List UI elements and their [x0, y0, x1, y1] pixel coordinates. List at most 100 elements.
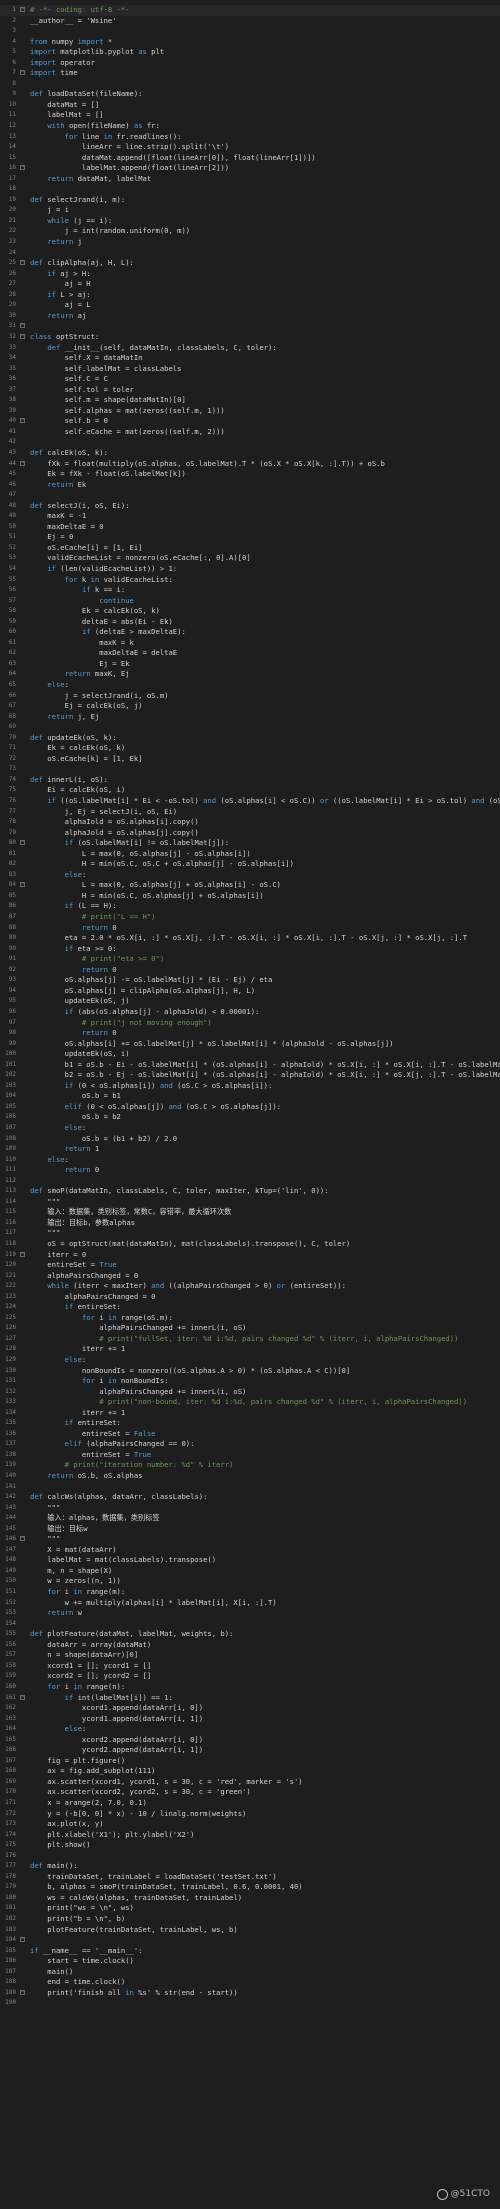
code-line[interactable]: 134 iterr += 1 [0, 1408, 500, 1419]
code-line[interactable]: 127 # print("fullSet, iter: %d i:%d, pai… [0, 1334, 500, 1345]
code-line[interactable]: 109 return 1 [0, 1144, 500, 1155]
code-line[interactable]: 8 [0, 79, 500, 90]
code-line[interactable]: 14 lineArr = line.strip().split('\t') [0, 142, 500, 153]
code-line[interactable]: 141 [0, 1482, 500, 1493]
fold-toggle-icon[interactable]: − [20, 323, 25, 329]
code-line[interactable]: 12 with open(fileName) as fr: [0, 121, 500, 132]
code-line[interactable]: 136 entireSet = False [0, 1429, 500, 1440]
fold-toggle-icon[interactable]: − [20, 165, 25, 171]
code-line[interactable]: 170 ax.scatter(xcord2, ycord2, s = 30, c… [0, 1787, 500, 1798]
code-line[interactable]: 19 def selectJrand(i, m): [0, 195, 500, 206]
code-line[interactable]: 39 self.alphas = mat(zeros((self.m, 1))) [0, 406, 500, 417]
code-line[interactable]: 84− L = max(0, oS.alphas[j] + oS.alphas[… [0, 880, 500, 891]
code-line[interactable]: 49 maxK = -1 [0, 511, 500, 522]
code-line[interactable]: 82 H = min(oS.C, oS.C + oS.alphas[j] - o… [0, 859, 500, 870]
code-line[interactable]: 149 m, n = shape(X) [0, 1566, 500, 1577]
code-line[interactable]: 56 if k == i: [0, 585, 500, 596]
code-line[interactable]: 16− labelMat.append(float(lineArr[2])) [0, 163, 500, 174]
fold-toggle-icon[interactable]: − [20, 1937, 25, 1943]
code-line[interactable]: 41 self.eCache = mat(zeros((self.m, 2))) [0, 427, 500, 438]
code-line[interactable]: 176 [0, 1851, 500, 1862]
code-line[interactable]: 74 def innerL(i, oS): [0, 775, 500, 786]
code-line[interactable]: 34 self.X = dataMatIn [0, 353, 500, 364]
code-line[interactable]: 148 labelMat = mat(classLabels).transpos… [0, 1555, 500, 1566]
code-line[interactable]: 135 if entireSet: [0, 1418, 500, 1429]
code-line[interactable]: 137 elif (alphaPairsChanged == 0): [0, 1439, 500, 1450]
code-line[interactable]: 187 main() [0, 1967, 500, 1978]
code-line[interactable]: 77 j, Ej = selectJ(i, oS, Ei) [0, 807, 500, 818]
code-line[interactable]: 158 xcord1 = []; ycord1 = [] [0, 1661, 500, 1672]
code-line[interactable]: 113 def smoP(dataMatIn, classLabels, C, t… [0, 1186, 500, 1197]
code-line[interactable]: 37 self.tol = toler [0, 385, 500, 396]
code-line[interactable]: 142 def calcWs(alphas, dataArr, classLabe… [0, 1492, 500, 1503]
code-line[interactable]: 164 else: [0, 1724, 500, 1735]
code-line[interactable]: 157 n = shape(dataArr)[0] [0, 1650, 500, 1661]
code-line[interactable]: 118 oS = optStruct(mat(dataMatIn), mat(c… [0, 1239, 500, 1250]
code-line[interactable]: 99 oS.alphas[i] += oS.labelMat[j] * oS.l… [0, 1039, 500, 1050]
code-line[interactable]: 61 maxK = k [0, 638, 500, 649]
code-line[interactable]: 28 if L > aj: [0, 290, 500, 301]
code-line[interactable]: 112 [0, 1176, 500, 1187]
code-line[interactable]: 4 from numpy import * [0, 37, 500, 48]
code-line[interactable]: 76 if ((oS.labelMat[i] * Ei < -oS.tol) a… [0, 796, 500, 807]
code-line[interactable]: 128 iterr += 1 [0, 1344, 500, 1355]
code-line[interactable]: 85 H = min(oS.C, oS.alphas[j] + oS.alpha… [0, 891, 500, 902]
fold-toggle-icon[interactable]: − [20, 1989, 25, 1995]
code-line[interactable]: 153 return w [0, 1608, 500, 1619]
code-line[interactable]: 154 [0, 1619, 500, 1630]
code-line[interactable]: 111 return 0 [0, 1165, 500, 1176]
code-line[interactable]: 29 aj = L [0, 300, 500, 311]
code-line[interactable]: 120 entireSet = True [0, 1260, 500, 1271]
code-line[interactable]: 155 def plotFeature(dataMat, labelMat, we… [0, 1629, 500, 1640]
code-line[interactable]: 6 import operator [0, 58, 500, 69]
code-line[interactable]: 140 return oS.b, oS.alphas [0, 1471, 500, 1482]
code-line[interactable]: 110 else: [0, 1155, 500, 1166]
code-line[interactable]: 189− print('finish all in %s' % str(end … [0, 1988, 500, 1999]
code-line[interactable]: 178 trainDataSet, trainLabel = loadDataS… [0, 1872, 500, 1883]
fold-toggle-icon[interactable]: − [20, 418, 25, 424]
code-line[interactable]: 145 输出：目标w [0, 1524, 500, 1535]
code-line[interactable]: 68 return j, Ej [0, 712, 500, 723]
code-line[interactable]: 27 aj = H [0, 279, 500, 290]
code-line[interactable]: 5 import matplotlib.pyplot as plt [0, 47, 500, 58]
code-line[interactable]: 91 # print("eta >= 0") [0, 954, 500, 965]
code-line[interactable]: 80− if (oS.labelMat[i] != oS.labelMat[j]… [0, 838, 500, 849]
code-line[interactable]: 167 fig = plt.figure() [0, 1756, 500, 1767]
code-line[interactable]: 123 alphaPairsChanged = 0 [0, 1292, 500, 1303]
code-line[interactable]: 7− import time [0, 68, 500, 79]
code-line[interactable]: 17 return dataMat, labelMat [0, 174, 500, 185]
code-line[interactable]: 32− class optStruct: [0, 332, 500, 343]
code-line[interactable]: 63 Ej = Ek [0, 659, 500, 670]
code-line[interactable]: 132 alphaPairsChanged += innerL(i, oS) [0, 1387, 500, 1398]
code-line[interactable]: 171 x = arange(2, 7.0, 0.1) [0, 1798, 500, 1809]
code-line[interactable]: 65 else: [0, 680, 500, 691]
code-line[interactable]: 119− iterr = 0 [0, 1250, 500, 1261]
code-line[interactable]: 188 end = time.clock() [0, 1977, 500, 1988]
code-line[interactable]: 161− if int(labelMat[i]) == 1: [0, 1693, 500, 1704]
code-line[interactable]: 152 w += multiply(alphas[i] * labelMat[i… [0, 1598, 500, 1609]
code-line[interactable]: 57 continue [0, 596, 500, 607]
code-line[interactable]: 43 def calcEk(oS, k): [0, 448, 500, 459]
code-line[interactable]: 147 X = mat(dataArr) [0, 1545, 500, 1556]
code-line[interactable]: 107 else: [0, 1123, 500, 1134]
code-line[interactable]: 78 alphaIold = oS.alphas[i].copy() [0, 817, 500, 828]
code-line[interactable]: 175 plt.show() [0, 1840, 500, 1851]
code-line[interactable]: 55 for k in validEcacheList: [0, 575, 500, 586]
fold-toggle-icon[interactable]: − [20, 70, 25, 76]
code-line[interactable]: 117 """ [0, 1228, 500, 1239]
code-line[interactable]: 23 return j [0, 237, 500, 248]
code-line[interactable]: 33 def __init__(self, dataMatIn, classLa… [0, 343, 500, 354]
code-line[interactable]: 72 oS.eCache[k] = [1, Ek] [0, 754, 500, 765]
code-line[interactable]: 114 """ [0, 1197, 500, 1208]
code-line[interactable]: 11 labelMat = [] [0, 110, 500, 121]
code-line[interactable]: 20 j = i [0, 205, 500, 216]
code-line[interactable]: 62 maxDeltaE = deltaE [0, 648, 500, 659]
code-line[interactable]: 45 Ek = fXk - float(oS.labelMat[k]) [0, 469, 500, 480]
code-line[interactable]: 26 if aj > H: [0, 269, 500, 280]
code-line[interactable]: 108 oS.b = (b1 + b2) / 2.0 [0, 1134, 500, 1145]
code-line[interactable]: 40− self.b = 0 [0, 416, 500, 427]
code-line[interactable]: 177 def main(): [0, 1861, 500, 1872]
code-line[interactable]: 50 maxDeltaE = 0 [0, 522, 500, 533]
code-line[interactable]: 97 # print("j not moving enough") [0, 1018, 500, 1029]
code-line[interactable]: 143 """ [0, 1503, 500, 1514]
